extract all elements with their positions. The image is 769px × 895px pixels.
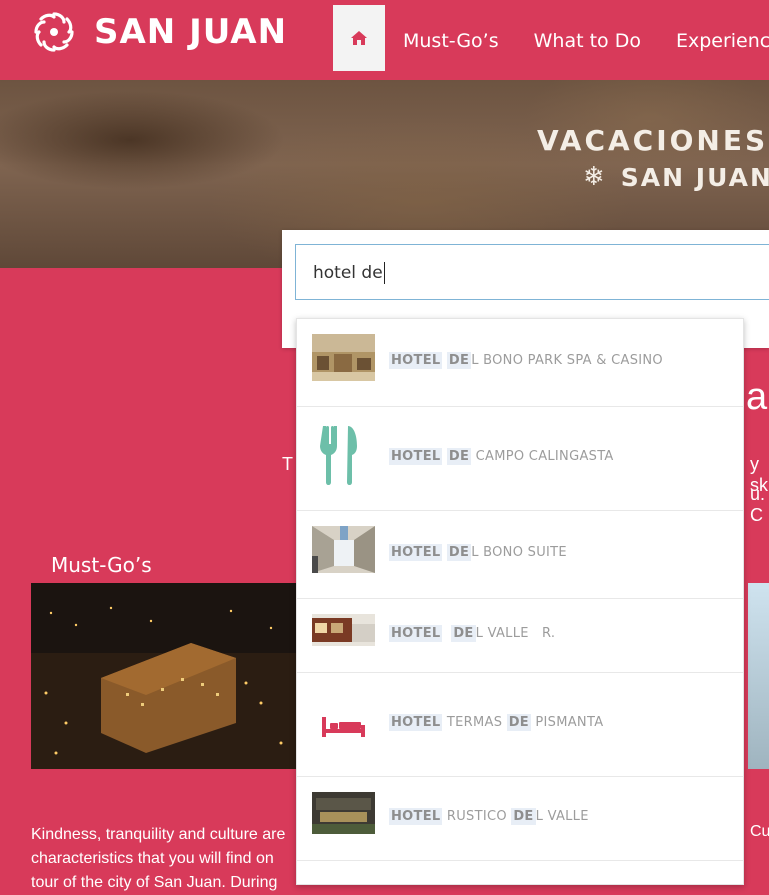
- home-button[interactable]: [333, 5, 385, 71]
- suggestion-item[interactable]: HOTEL DE L VALLE R.: [297, 599, 743, 673]
- label-text: L BONO SUITE: [471, 545, 567, 560]
- match-highlight: DE: [446, 544, 472, 561]
- hero-title: VACACIONES D: [537, 124, 769, 157]
- snowflake-icon: ❄: [583, 162, 607, 192]
- match-highlight: HOTEL: [389, 544, 443, 561]
- suggestion-item[interactable]: HOTEL DE L BONO PARK SPA & CASINO: [297, 319, 743, 407]
- label-text: L VALLE R.: [475, 626, 556, 641]
- label-text: TERMAS: [442, 715, 507, 730]
- suggestion-label: HOTEL DE L BONO SUITE: [389, 544, 567, 561]
- intro-paragraph: Kindness, tranquility and culture are ch…: [31, 826, 286, 891]
- city-night-photo[interactable]: [31, 583, 297, 769]
- intro-text-right-2: u. C: [750, 484, 766, 525]
- match-highlight: HOTEL: [389, 808, 443, 825]
- hotel-photo-thumb: [312, 334, 375, 381]
- right-photo-fragment[interactable]: [748, 583, 769, 769]
- label-text: L VALLE: [535, 809, 589, 824]
- label-text: [442, 626, 451, 641]
- label-text: CAMPO CALINGASTA: [471, 449, 614, 464]
- hero-subtitle: SAN JUAN: [620, 162, 769, 192]
- sun-swirl-icon: [34, 12, 74, 52]
- hero-subtitle-row: ❄ SAN JUAN: [583, 162, 769, 192]
- match-highlight: DE: [451, 625, 476, 642]
- home-icon: [351, 31, 367, 45]
- hotel-photo-thumb: [312, 792, 375, 834]
- logo[interactable]: SAN JUAN: [30, 8, 287, 56]
- fork-knife-icon: [312, 422, 375, 486]
- suggestion-label: HOTEL TERMAS DE PISMANTA: [389, 714, 604, 731]
- suggestion-item[interactable]: HOTEL DE CAMPO CALINGASTA: [297, 407, 743, 511]
- match-highlight: HOTEL: [389, 448, 443, 465]
- suggestion-item[interactable]: HOTEL DE L BONO SUITE: [297, 511, 743, 599]
- match-highlight: HOTEL: [389, 714, 443, 731]
- bed-icon: [312, 693, 375, 757]
- match-highlight: DE: [446, 448, 472, 465]
- label-text: RUSTICO: [442, 809, 512, 824]
- search-input-value: hotel de: [313, 263, 383, 283]
- logo-text: SAN JUAN: [94, 12, 288, 52]
- must-gos-title: Must-Go’s: [51, 553, 152, 577]
- match-highlight: DE: [446, 352, 472, 369]
- match-highlight: HOTEL: [389, 352, 443, 369]
- section-heading-fragment: a: [746, 376, 768, 418]
- suggestion-label: HOTEL RUSTICO DE L VALLE: [389, 808, 589, 825]
- autocomplete-dropdown: HOTEL DE L BONO PARK SPA & CASINO HOTEL D…: [296, 318, 744, 885]
- suggestion-item[interactable]: HOTEL RUSTICO DE L VALLE: [297, 777, 743, 861]
- suggestion-item[interactable]: HOTEL TERMAS DE PISMANTA: [297, 673, 743, 777]
- nav-what-to-do[interactable]: What to Do: [534, 30, 641, 52]
- text-caret: [383, 262, 385, 284]
- hotel-photo-thumb: [312, 526, 375, 573]
- match-highlight: DE: [511, 808, 536, 825]
- label-text: PISMANTA: [530, 715, 604, 730]
- search-input[interactable]: hotel de: [295, 244, 769, 300]
- match-highlight: DE: [506, 714, 531, 731]
- intro-text-fragment: T: [282, 454, 293, 474]
- match-highlight: HOTEL: [389, 625, 443, 642]
- paragraph-right-fragment: Cu: [750, 823, 769, 840]
- suggestion-label: HOTEL DE L BONO PARK SPA & CASINO: [389, 352, 663, 369]
- suggestion-label: HOTEL DE L VALLE R.: [389, 625, 556, 642]
- main-nav: Must-Go’s What to Do Experience: [403, 30, 769, 52]
- suggestion-label: HOTEL DE CAMPO CALINGASTA: [389, 448, 614, 465]
- hotel-photo-thumb: [312, 614, 375, 646]
- nav-must-gos[interactable]: Must-Go’s: [403, 30, 499, 52]
- site-header: SAN JUAN Must-Go’s What to Do Experience: [0, 0, 769, 80]
- nav-experience[interactable]: Experience: [676, 30, 769, 52]
- label-text: L BONO PARK SPA & CASINO: [471, 353, 663, 368]
